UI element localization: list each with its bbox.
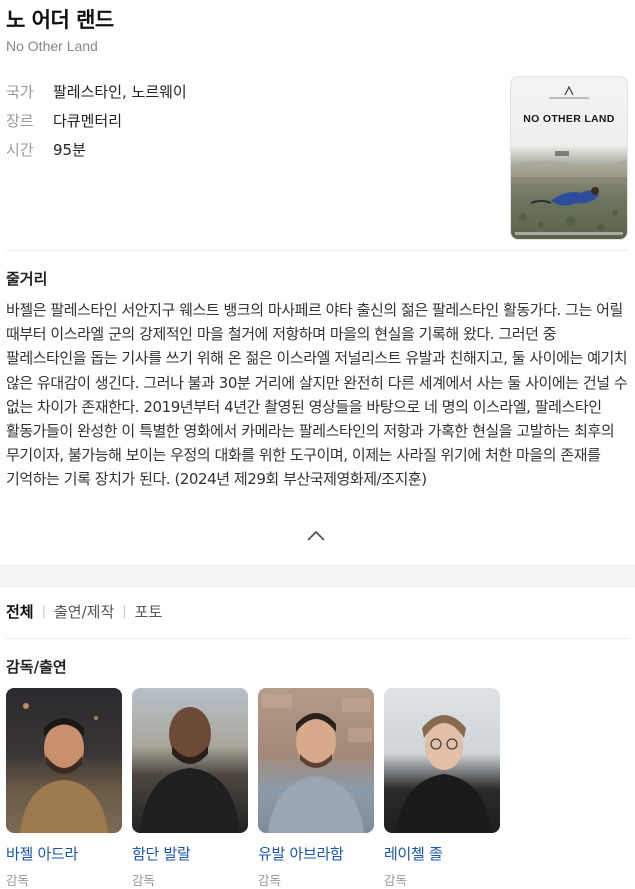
person-name[interactable]: 유발 아브라함 — [258, 843, 374, 864]
info-row-runtime: 시간 95분 — [6, 135, 187, 164]
person-photo[interactable] — [132, 688, 248, 833]
original-title: No Other Land — [6, 38, 98, 54]
synopsis-text: 바젤은 팔레스타인 서안지구 웨스트 뱅크의 마사페르 야타 출신의 젊은 팔레… — [6, 301, 628, 489]
movie-info: 국가 팔레스타인, 노르웨이 장르 다큐멘터리 시간 95분 — [6, 77, 187, 164]
person-role: 감독 — [6, 873, 30, 888]
tab-photos[interactable]: 포토 — [135, 601, 163, 622]
chevron-up-icon[interactable] — [305, 526, 327, 546]
movie-detail-page: 노 어더 랜드 No Other Land 국가 팔레스타인, 노르웨이 장르 … — [0, 0, 635, 889]
cast-heading: 감독/출연 — [6, 658, 67, 676]
info-value: 팔레스타인, 노르웨이 — [53, 83, 187, 101]
tab-separator: | — [122, 604, 127, 619]
synopsis-heading: 줄거리 — [6, 270, 48, 288]
person-photo[interactable] — [258, 688, 374, 833]
person-photo-image — [396, 715, 492, 833]
person-photo[interactable] — [384, 688, 500, 833]
poster-credits-bar — [515, 232, 623, 235]
divider — [6, 250, 629, 251]
person-name[interactable]: 함단 발랄 — [132, 843, 248, 864]
person-photo-image — [140, 707, 240, 833]
person-name[interactable]: 바젤 아드라 — [6, 843, 122, 864]
tab-cast-crew[interactable]: 출연/제작 — [54, 601, 114, 622]
info-row-genre: 장르 다큐멘터리 — [6, 106, 187, 135]
info-value: 다큐멘터리 — [53, 112, 123, 130]
person-photo-image — [262, 694, 372, 833]
cast-list: 바젤 아드라 감독 함단 발랄 감독 유발 아브라함 감독 레이첼 졸 감독 — [6, 688, 500, 889]
info-key: 국가 — [6, 83, 34, 101]
info-value: 95분 — [53, 141, 86, 159]
person-name[interactable]: 레이첼 졸 — [384, 843, 500, 864]
person-photo[interactable] — [6, 688, 122, 833]
tab-separator: | — [41, 604, 46, 619]
person-card[interactable]: 함단 발랄 감독 — [132, 688, 248, 889]
info-row-country: 국가 팔레스타인, 노르웨이 — [6, 77, 187, 106]
movie-poster[interactable]: NO OTHER LAND — [510, 76, 628, 240]
page-title: 노 어더 랜드 — [6, 8, 114, 32]
person-role: 감독 — [258, 873, 282, 888]
person-card[interactable]: 바젤 아드라 감독 — [6, 688, 122, 889]
person-card[interactable]: 레이첼 졸 감독 — [384, 688, 500, 889]
person-photo-image — [20, 703, 108, 833]
divider — [6, 638, 629, 639]
info-key: 장르 — [6, 112, 34, 130]
content-tabs: 전체 | 출연/제작 | 포토 — [6, 601, 162, 622]
person-card[interactable]: 유발 아브라함 감독 — [258, 688, 374, 889]
poster-artwork — [511, 151, 627, 231]
info-key: 시간 — [6, 141, 34, 159]
person-role: 감독 — [384, 873, 408, 888]
tab-all[interactable]: 전체 — [6, 601, 34, 622]
section-separator — [0, 565, 635, 587]
person-role: 감독 — [132, 873, 156, 888]
